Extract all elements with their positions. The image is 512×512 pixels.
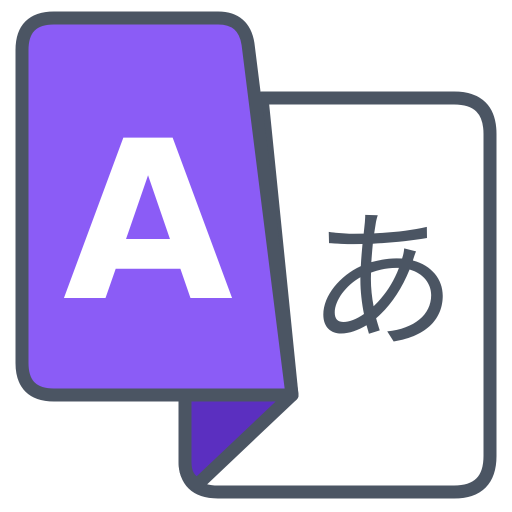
- translate-icon: A あ: [15, 11, 497, 499]
- translate-icon-wrapper: A あ: [0, 0, 512, 512]
- target-letter: あ: [307, 196, 457, 370]
- source-letter: A: [63, 94, 233, 350]
